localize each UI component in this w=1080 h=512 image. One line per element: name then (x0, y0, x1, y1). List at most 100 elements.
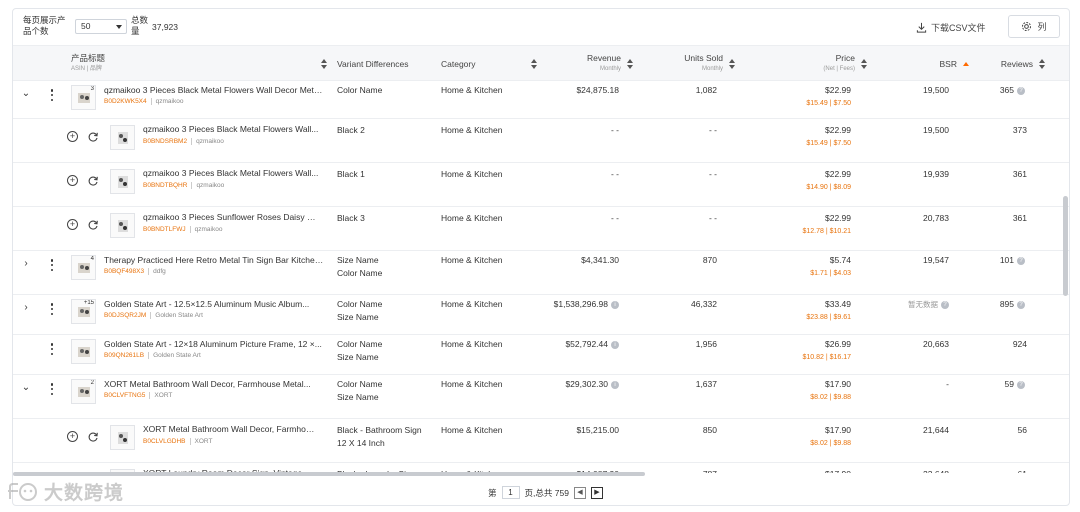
total-value: 37,923 (152, 22, 178, 32)
parent-product-row[interactable]: › +15 Golden State Art - 12.5×12.5 Aluminu… (13, 295, 1069, 335)
category-value: Home & Kitchen (441, 85, 503, 95)
next-page-button[interactable]: ▶ (590, 486, 603, 499)
vertical-scrollbar-track[interactable] (1062, 81, 1069, 473)
asin-link[interactable]: B0CLVFTNG5 (104, 392, 145, 399)
page-number-input[interactable]: 1 (501, 486, 520, 499)
product-thumbnail[interactable]: 4 (71, 255, 96, 280)
variant-thumbnail[interactable] (110, 169, 135, 194)
sort-icon[interactable] (861, 59, 867, 69)
product-title[interactable]: XORT Metal Bathroom Wall Decor, Farmhous… (104, 378, 326, 391)
column-reviews[interactable]: Reviews (983, 46, 1045, 82)
product-title[interactable]: Golden State Art - 12.5×12.5 Aluminum Mu… (104, 298, 326, 311)
column-category-label: Category (441, 59, 476, 69)
info-icon[interactable]: i (611, 340, 619, 349)
sort-icon[interactable] (321, 59, 327, 69)
variant-row[interactable]: + qzmaikoo 3 Pieces Black Metal Flowers W… (13, 119, 1069, 163)
product-thumbnail[interactable]: 3 (71, 85, 96, 110)
asin-brand-line: B0CLVLGDHB XORT (143, 437, 213, 447)
info-icon[interactable]: ? (1017, 256, 1025, 265)
parent-product-row[interactable]: Golden State Art - 12×18 Aluminum Pictur… (13, 335, 1069, 375)
columns-button[interactable]: 列 (1008, 15, 1060, 38)
info-icon[interactable]: ? (1017, 86, 1025, 95)
expand-toggle-icon[interactable]: ⌄ (21, 89, 31, 99)
bsr-value: 暂无数据? (883, 298, 949, 311)
column-category[interactable]: Category (441, 46, 537, 82)
variant-thumbnail[interactable] (110, 213, 135, 238)
refresh-icon[interactable] (87, 219, 99, 231)
revenue-value: $52,792.44 i (513, 338, 619, 351)
product-title[interactable]: qzmaikoo 3 Pieces Black Metal Flowers Wa… (104, 84, 326, 97)
variant-difference-2: Color Name (337, 268, 383, 278)
info-icon[interactable]: ? (1017, 380, 1025, 389)
sort-ascending-icon[interactable] (963, 62, 969, 66)
add-plus-icon[interactable]: + (67, 131, 78, 142)
variant-title[interactable]: qzmaikoo 3 Pieces Black Metal Flowers Wa… (143, 167, 319, 180)
product-thumbnail[interactable]: 2 (71, 379, 96, 404)
column-price[interactable]: Price (Net | Fees) (783, 46, 867, 82)
page-size-select[interactable]: 50 (75, 19, 127, 34)
add-plus-icon[interactable]: + (67, 175, 78, 186)
product-title[interactable]: Golden State Art - 12×18 Aluminum Pictur… (104, 338, 326, 351)
variant-row[interactable]: + XORT Metal Bathroom Wall Decor, Farmhou… (13, 419, 1069, 463)
revenue-text: $52,792.44 (565, 339, 608, 349)
sort-icon[interactable] (729, 59, 735, 69)
horizontal-scrollbar[interactable] (13, 472, 645, 476)
prev-page-button[interactable]: ◀ (573, 486, 586, 499)
row-menu-icon[interactable] (50, 343, 54, 355)
expand-toggle-icon[interactable]: › (21, 303, 31, 313)
info-icon[interactable]: i (611, 380, 619, 389)
parent-product-row[interactable]: ⌄ 3 qzmaikoo 3 Pieces Black Metal Flowers … (13, 81, 1069, 119)
product-thumbnail[interactable]: +15 (71, 299, 96, 324)
refresh-icon[interactable] (87, 431, 99, 443)
asin-link[interactable]: B09QN261LB (104, 352, 144, 359)
column-title[interactable]: 产品标题 ASIN | 品牌 (71, 46, 327, 82)
product-thumbnail[interactable] (71, 339, 96, 364)
refresh-icon[interactable] (87, 131, 99, 143)
variant-row[interactable]: + qzmaikoo 3 Pieces Black Metal Flowers W… (13, 163, 1069, 207)
sort-icon[interactable] (627, 59, 633, 69)
bsr-text: 19,939 (923, 169, 949, 179)
variant-thumbnail[interactable] (110, 425, 135, 450)
units-sold-value: 1,082 (695, 85, 717, 95)
asin-link[interactable]: B0BNDTLFWJ (143, 226, 186, 233)
asin-link[interactable]: B0D2KWK5X4 (104, 98, 147, 105)
parent-product-row[interactable]: ⌄ 2 XORT Metal Bathroom Wall Decor, Farmho… (13, 375, 1069, 419)
column-units[interactable]: Units Sold Monthly (653, 46, 735, 82)
vertical-scrollbar[interactable] (1063, 196, 1068, 296)
variant-title[interactable]: XORT Metal Bathroom Wall Decor, Farmhous… (143, 423, 319, 436)
product-title[interactable]: Therapy Practiced Here Retro Metal Tin S… (104, 254, 326, 267)
asin-link[interactable]: B0BNDTBQHR (143, 182, 187, 189)
table-header: 产品标题 ASIN | 品牌 Variant Differences Catego… (13, 45, 1069, 81)
row-menu-icon[interactable] (50, 89, 54, 101)
info-icon[interactable]: ? (1017, 300, 1025, 309)
add-plus-icon[interactable]: + (67, 431, 78, 442)
row-menu-icon[interactable] (50, 303, 54, 315)
asin-link[interactable]: B0DJSQR2JM (104, 312, 146, 319)
download-csv-button[interactable]: 下载CSV文件 (916, 21, 986, 34)
column-revenue[interactable]: Revenue Monthly (553, 46, 633, 82)
asin-link[interactable]: B0CLVLGDHB (143, 438, 186, 445)
row-menu-icon[interactable] (50, 383, 54, 395)
sort-icon[interactable] (531, 59, 537, 69)
parent-product-row[interactable]: › 4 Therapy Practiced Here Retro Metal Tin… (13, 251, 1069, 295)
info-icon[interactable]: i (611, 300, 619, 309)
sort-icon[interactable] (1039, 59, 1045, 69)
expand-toggle-icon[interactable]: › (21, 259, 31, 269)
row-menu-icon[interactable] (50, 259, 54, 271)
asin-link[interactable]: B0BQF498X3 (104, 268, 144, 275)
download-csv-label: 下载CSV文件 (931, 23, 986, 33)
asin-link[interactable]: B0BNDSRBM2 (143, 138, 187, 145)
variant-title[interactable]: qzmaikoo 3 Pieces Black Metal Flowers Wa… (143, 123, 319, 136)
info-icon[interactable]: ? (941, 301, 949, 310)
variant-thumbnail[interactable] (110, 125, 135, 150)
column-bsr[interactable]: BSR (913, 46, 969, 82)
column-title-label: 产品标题 (71, 53, 106, 63)
variant-row[interactable]: + qzmaikoo 3 Pieces Sunflower Roses Daisy… (13, 207, 1069, 251)
pager-suffix: 页,总共 759 (524, 487, 569, 498)
product-image (117, 431, 128, 444)
variant-count: +15 (83, 300, 94, 306)
expand-toggle-icon[interactable]: ⌄ (21, 383, 31, 393)
refresh-icon[interactable] (87, 175, 99, 187)
variant-title[interactable]: qzmaikoo 3 Pieces Sunflower Roses Daisy … (143, 211, 319, 224)
add-plus-icon[interactable]: + (67, 219, 78, 230)
